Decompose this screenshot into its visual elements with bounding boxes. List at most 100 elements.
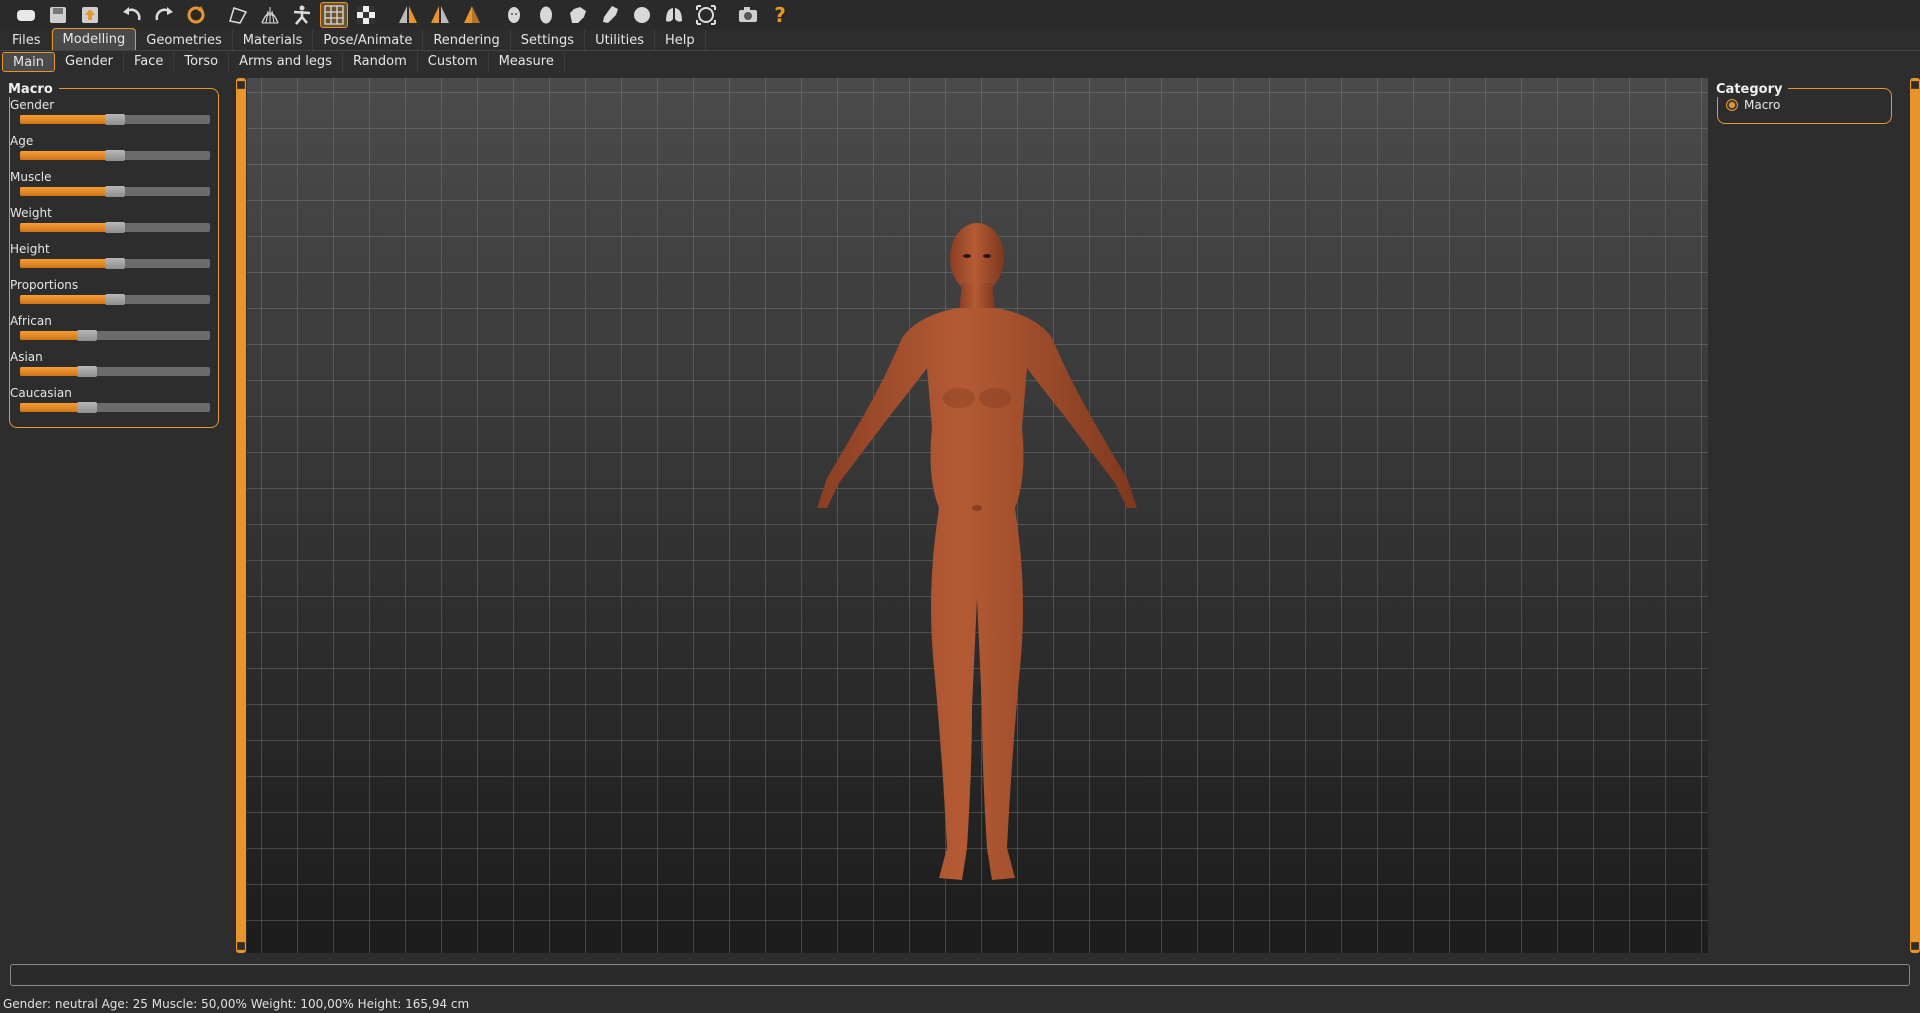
slider-track[interactable]: [20, 258, 210, 269]
slider-fill: [20, 331, 77, 340]
back-view-icon[interactable]: [426, 2, 454, 28]
sphere-icon[interactable]: [628, 2, 656, 28]
main-tabs: Files Modelling Geometries Materials Pos…: [0, 28, 1920, 51]
slider-label: Proportions: [10, 278, 79, 292]
splitter-handle[interactable]: [237, 81, 245, 89]
splitter-handle[interactable]: [237, 942, 245, 950]
wireframe-icon[interactable]: [256, 2, 284, 28]
undo-icon[interactable]: [118, 2, 146, 28]
pose-icon[interactable]: [288, 2, 316, 28]
human-model[interactable]: [767, 208, 1187, 898]
right-splitter[interactable]: [1910, 78, 1920, 953]
slider-track[interactable]: [20, 186, 210, 197]
tab-help[interactable]: Help: [655, 30, 706, 50]
splitter-handle[interactable]: [1911, 81, 1919, 89]
slider-label: Weight: [10, 206, 52, 220]
slider-muscle: Muscle: [10, 170, 210, 197]
macro-group-title: Macro: [8, 82, 59, 97]
slider-gender: Gender: [10, 98, 210, 125]
slider-label: Gender: [10, 98, 55, 112]
subtab-main[interactable]: Main: [2, 52, 56, 72]
slider-label: Height: [10, 242, 50, 256]
new-icon[interactable]: [12, 2, 40, 28]
slider-track[interactable]: [20, 402, 210, 413]
3d-viewport[interactable]: [247, 78, 1708, 953]
subtab-random[interactable]: Random: [343, 52, 418, 72]
tab-rendering[interactable]: Rendering: [423, 30, 511, 50]
slider-fill: [20, 223, 105, 232]
subtab-custom[interactable]: Custom: [418, 52, 489, 72]
slider-handle[interactable]: [105, 114, 125, 125]
tab-pose-animate[interactable]: Pose/Animate: [313, 30, 424, 50]
lungs-icon[interactable]: [660, 2, 688, 28]
front-view-icon[interactable]: [394, 2, 422, 28]
slider-track[interactable]: [20, 222, 210, 233]
slider-track[interactable]: [20, 366, 210, 377]
slider-fill: [20, 259, 105, 268]
slider-handle[interactable]: [105, 222, 125, 233]
splitter-handle[interactable]: [1911, 942, 1919, 950]
save-icon[interactable]: [44, 2, 72, 28]
radio-selected-icon[interactable]: [1726, 99, 1738, 111]
checker-icon[interactable]: [352, 2, 380, 28]
status-bar: Gender: neutral Age: 25 Muscle: 50,00% W…: [3, 997, 470, 1011]
slider-label: Muscle: [10, 170, 52, 184]
slider-label: African: [10, 314, 52, 328]
grid-icon[interactable]: [320, 1, 348, 28]
slider-handle[interactable]: [105, 294, 125, 305]
smooth-icon[interactable]: [224, 2, 252, 28]
slider-african: African: [10, 314, 210, 341]
subtab-face[interactable]: Face: [124, 52, 175, 72]
subtab-arms-and-legs[interactable]: Arms and legs: [229, 52, 343, 72]
tab-files[interactable]: Files: [2, 30, 52, 50]
tab-geometries[interactable]: Geometries: [136, 30, 233, 50]
hand-icon[interactable]: [564, 2, 592, 28]
slider-track[interactable]: [20, 330, 210, 341]
frame-icon[interactable]: [692, 2, 720, 28]
subtab-torso[interactable]: Torso: [174, 52, 230, 72]
redo-icon[interactable]: [150, 2, 178, 28]
slider-handle[interactable]: [77, 366, 97, 377]
slider-age: Age: [10, 134, 210, 161]
export-icon[interactable]: [76, 2, 104, 28]
slider-fill: [20, 187, 105, 196]
foot-icon[interactable]: [596, 2, 624, 28]
slider-label: Asian: [10, 350, 43, 364]
subtab-measure[interactable]: Measure: [489, 52, 565, 72]
head-icon[interactable]: [500, 2, 528, 28]
svg-text:?: ?: [774, 3, 786, 27]
slider-handle[interactable]: [77, 330, 97, 341]
slider-fill: [20, 115, 105, 124]
slider-track[interactable]: [20, 294, 210, 305]
slider-asian: Asian: [10, 350, 210, 377]
slider-fill: [20, 367, 77, 376]
slider-fill: [20, 151, 105, 160]
help-icon[interactable]: ?: [766, 2, 794, 28]
egg-icon[interactable]: [532, 2, 560, 28]
tab-settings[interactable]: Settings: [511, 30, 586, 50]
side-view-icon[interactable]: [458, 2, 486, 28]
slider-handle[interactable]: [105, 150, 125, 161]
toolbar: ?: [0, 0, 1920, 29]
left-splitter[interactable]: [236, 78, 246, 953]
subtab-gender[interactable]: Gender: [55, 52, 124, 72]
slider-track[interactable]: [20, 114, 210, 125]
category-radio-macro[interactable]: Macro: [1726, 98, 1780, 112]
slider-weight: Weight: [10, 206, 210, 233]
slider-handle[interactable]: [105, 186, 125, 197]
slider-label: Caucasian: [10, 386, 72, 400]
slider-handle[interactable]: [105, 258, 125, 269]
slider-track[interactable]: [20, 150, 210, 161]
screenshot-icon[interactable]: [734, 2, 762, 28]
category-radio-label: Macro: [1744, 98, 1781, 112]
tab-utilities[interactable]: Utilities: [585, 30, 655, 50]
category-group-title: Category: [1716, 82, 1789, 97]
tab-modelling[interactable]: Modelling: [51, 28, 137, 50]
slider-fill: [20, 295, 105, 304]
progress-bar: [10, 964, 1910, 986]
slider-fill: [20, 403, 77, 412]
tab-materials[interactable]: Materials: [233, 30, 314, 50]
slider-label: Age: [10, 134, 34, 148]
reset-icon[interactable]: [182, 2, 210, 28]
slider-handle[interactable]: [77, 402, 97, 413]
